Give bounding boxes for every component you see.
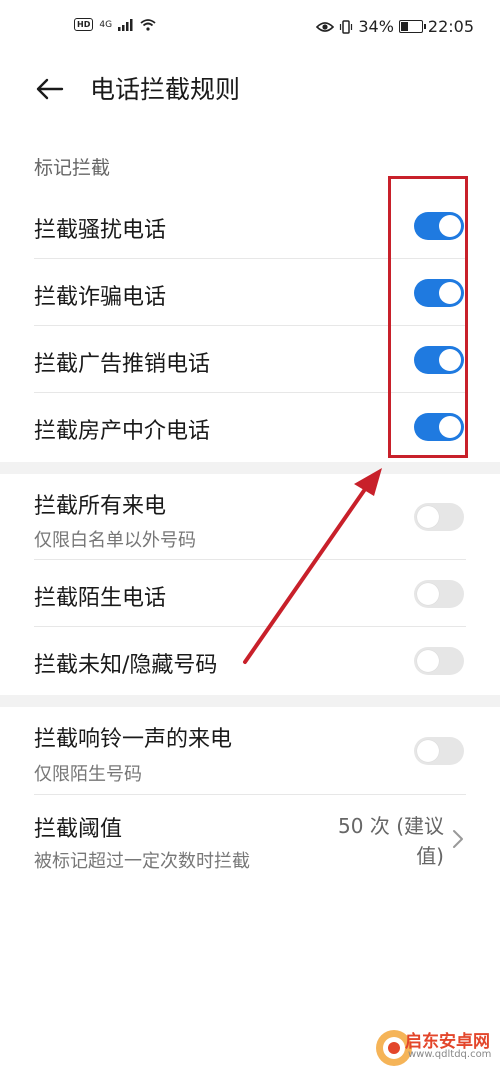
section-label-marked: 标记拦截	[34, 157, 111, 179]
eye-comfort-icon	[316, 21, 335, 32]
page-title: 电话拦截规则	[90, 75, 241, 104]
watermark-url: www.qdltdq.com	[408, 1049, 492, 1060]
item-sublabel: 仅限陌生号码	[34, 764, 142, 785]
item-label: 拦截阈值	[34, 817, 123, 842]
hd-badge: HD	[74, 18, 94, 31]
status-right: 34% 22:05	[316, 17, 474, 36]
item-label: 拦截广告推销电话	[34, 352, 211, 377]
battery-percent: 34%	[358, 17, 394, 36]
toggle-switch[interactable]	[414, 737, 464, 765]
wifi-icon	[140, 18, 156, 31]
item-label: 拦截房产中介电话	[34, 419, 211, 444]
status-bar: HD 4G 34% 22:05	[0, 0, 500, 58]
item-label: 拦截陌生电话	[34, 586, 167, 611]
network-indicator: 4G	[99, 19, 113, 30]
clock: 22:05	[427, 17, 474, 36]
vibrate-icon	[340, 19, 353, 34]
annotation-box	[388, 176, 468, 458]
status-left: HD 4G	[74, 18, 156, 31]
item-label: 拦截未知/隐藏号码	[34, 653, 218, 678]
item-sublabel: 被标记超过一定次数时拦截	[34, 851, 250, 872]
signal-icon	[118, 18, 133, 31]
section-gap	[0, 695, 500, 707]
item-label: 拦截响铃一声的来电	[34, 727, 233, 752]
ring-list: 拦截响铃一声的来电 仅限陌生号码 拦截阈值 被标记超过一定次数时拦截 50 次 …	[0, 707, 500, 885]
list-item-all-calls[interactable]: 拦截所有来电 仅限白名单以外号码	[0, 474, 500, 560]
item-label: 拦截骚扰电话	[34, 218, 167, 243]
all-calls-list: 拦截所有来电 仅限白名单以外号码 拦截陌生电话 拦截未知/隐藏号码	[0, 474, 500, 694]
list-item-strangers[interactable]: 拦截陌生电话	[0, 560, 500, 627]
toggle-switch[interactable]	[414, 647, 464, 675]
threshold-value-line1: 50 次 (建议	[338, 814, 444, 838]
battery-icon	[398, 20, 426, 33]
threshold-value: 50 次 (建议 值)	[338, 811, 444, 871]
threshold-value-line2: 值)	[416, 844, 444, 868]
toggle-switch[interactable]	[414, 580, 464, 608]
list-item-threshold[interactable]: 拦截阈值 被标记超过一定次数时拦截 50 次 (建议 值)	[0, 795, 500, 885]
back-arrow-icon[interactable]	[32, 72, 66, 106]
chevron-right-icon	[453, 830, 463, 848]
item-sublabel: 仅限白名单以外号码	[34, 530, 196, 551]
list-item-unknown-hidden[interactable]: 拦截未知/隐藏号码	[0, 627, 500, 694]
app-header: 电话拦截规则	[0, 58, 500, 120]
item-label: 拦截所有来电	[34, 494, 167, 519]
section-gap	[0, 462, 500, 474]
toggle-switch[interactable]	[414, 503, 464, 531]
list-item-ring-once[interactable]: 拦截响铃一声的来电 仅限陌生号码	[0, 707, 500, 795]
item-label: 拦截诈骗电话	[34, 285, 167, 310]
